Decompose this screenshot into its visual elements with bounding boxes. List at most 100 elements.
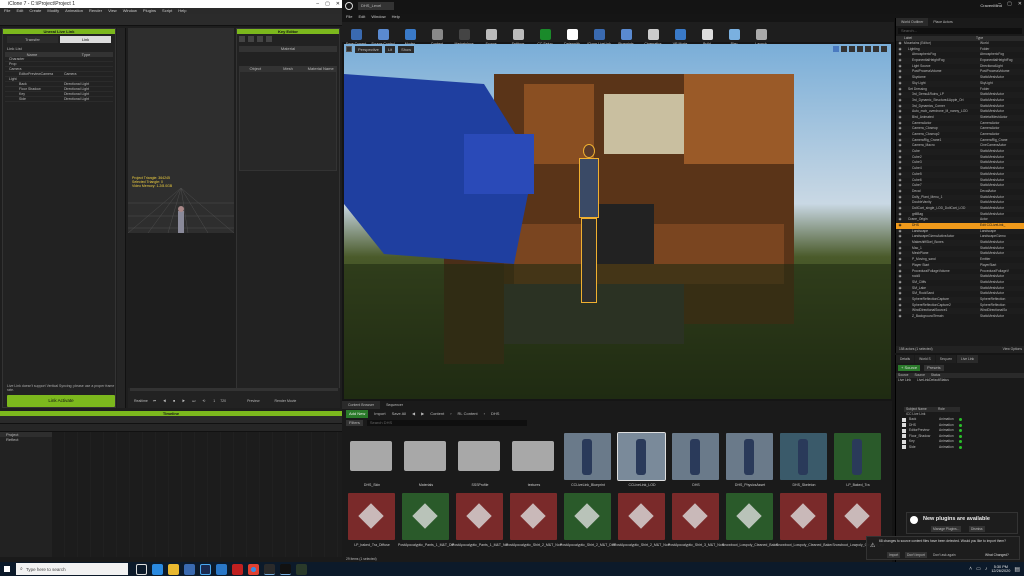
add-source-button[interactable]: + Source [898, 365, 921, 371]
path-rlcontent[interactable]: RL Content [458, 410, 478, 418]
save-all-button[interactable]: Save All [392, 410, 406, 418]
character-dhs[interactable] [576, 144, 602, 309]
toolbar-source-control[interactable]: Source Control [371, 22, 395, 46]
task-view-icon[interactable] [136, 563, 147, 575]
toolbar-play[interactable]: Play [722, 22, 746, 46]
toolbar-cc-setup[interactable]: CC Setup [533, 22, 557, 46]
tool-icon-2[interactable] [248, 36, 254, 42]
path-content[interactable]: Content [430, 410, 444, 418]
texture-tile[interactable] [780, 493, 827, 540]
unreal-task-icon[interactable] [280, 563, 291, 575]
lit-button[interactable]: Lit [384, 46, 396, 53]
subject-checkbox[interactable] [902, 428, 906, 433]
toolbar-modes[interactable]: Modes [398, 22, 422, 46]
maximize-viewport-icon[interactable] [881, 46, 887, 52]
dont-import-button[interactable]: Don't Import [905, 552, 927, 558]
charcreator-task-icon[interactable] [296, 563, 307, 575]
camera-speed-icon[interactable] [873, 46, 879, 52]
iclone-viewport[interactable]: Project Triangle: 364245 Selected Triangl… [128, 28, 234, 233]
notifications-icon[interactable]: ▤ [1014, 566, 1020, 573]
render-movie-button[interactable]: Render Movie [275, 399, 297, 403]
asset-tile[interactable] [617, 432, 666, 481]
texture-tile[interactable] [672, 493, 719, 540]
toolbar-vr-mode[interactable]: VR Mode [668, 22, 692, 46]
visibility-eye-icon[interactable]: ◉ [896, 314, 904, 320]
forward-icon[interactable]: ▶ [421, 410, 424, 418]
link-activate-button[interactable]: Link Activate [7, 395, 115, 407]
manage-plugins-button[interactable]: Manage Plugins... [931, 526, 962, 532]
add-new-button[interactable]: Add New [346, 410, 369, 418]
toolbar-marketplace[interactable]: Marketplace [452, 22, 476, 46]
dont-ask-checkbox[interactable]: Don't ask again [933, 552, 956, 558]
toolbar-blueprints[interactable]: Blueprints [614, 22, 638, 46]
track-reflect[interactable]: Reflect [0, 437, 52, 442]
start-button[interactable] [0, 562, 14, 576]
texture-tile[interactable] [456, 493, 503, 540]
unreal-viewport[interactable]: Perspective Lit Show [344, 44, 891, 399]
texture-tile[interactable] [348, 493, 395, 540]
dismiss-button[interactable]: Dismiss [969, 526, 985, 532]
content-search[interactable]: Search DHS [366, 420, 527, 426]
source-row[interactable]: Live Link [898, 378, 911, 383]
details-tab-2[interactable]: Seq.uen [935, 355, 957, 363]
texture-tile[interactable] [834, 493, 881, 540]
mail-icon[interactable] [216, 563, 227, 575]
tool-icon-1[interactable] [239, 36, 245, 42]
toolbar-save-current[interactable]: Save Current [344, 22, 368, 46]
maximize-icon[interactable]: ▢ [325, 0, 330, 8]
toolbar-source[interactable]: Source [479, 22, 503, 46]
ue-menu-window[interactable]: Window [371, 14, 385, 20]
place-actors-tab[interactable]: Place Actors [928, 18, 957, 26]
tray-chevron-icon[interactable]: ˄ [969, 566, 972, 572]
texture-tile[interactable] [510, 493, 557, 540]
volume-icon[interactable]: ♪ [985, 566, 988, 572]
back-icon[interactable]: ◀ [412, 410, 415, 418]
chrome-icon[interactable] [248, 563, 259, 575]
texture-tile[interactable] [402, 493, 449, 540]
subject-checkbox[interactable] [902, 434, 906, 439]
texture-tile[interactable] [726, 493, 773, 540]
tree-row[interactable]: Side Directional Light [5, 97, 113, 102]
subject-checkbox[interactable] [902, 417, 906, 422]
tool-icon-4[interactable] [266, 36, 272, 42]
subject-checkbox[interactable] [902, 445, 906, 450]
texture-tile[interactable] [618, 493, 665, 540]
material-col[interactable]: Object [239, 66, 272, 71]
world-outliner-tab[interactable]: World Outliner [896, 18, 929, 26]
clock-date[interactable]: 12/26/2020 [991, 569, 1010, 574]
details-tab-0[interactable]: Details [896, 355, 915, 363]
explorer-icon[interactable] [168, 563, 179, 575]
scale-icon[interactable] [849, 46, 855, 52]
details-tab-3[interactable]: Live Link [957, 355, 979, 363]
folder-tile[interactable] [456, 433, 503, 480]
ue-menu-file[interactable]: File [346, 14, 352, 20]
translate-icon[interactable] [833, 46, 839, 52]
close-icon[interactable]: ✕ [336, 0, 340, 8]
edge-icon[interactable] [152, 563, 163, 575]
show-button[interactable]: Show [398, 46, 415, 53]
texture-tile[interactable] [564, 493, 611, 540]
network-icon[interactable]: ▭ [976, 566, 981, 572]
photoshop-icon[interactable] [200, 563, 211, 575]
details-tab-1[interactable]: World S [915, 355, 935, 363]
what-changed-link[interactable]: What Changed? [985, 552, 1009, 558]
toolbar-datasmith[interactable]: Datasmith [560, 22, 584, 46]
asset-tile[interactable] [726, 433, 773, 480]
toolbar-launch[interactable]: Launch [749, 22, 773, 46]
acrobat-icon[interactable] [232, 563, 243, 575]
toolbar-content[interactable]: Content [425, 22, 449, 46]
current-frame[interactable]: 1 [213, 399, 215, 403]
tab-link[interactable]: Link [60, 36, 111, 43]
toolbar-iclone-livelink[interactable]: iClone LiveLink [587, 22, 611, 46]
folder-tile[interactable] [348, 433, 395, 480]
preview-button[interactable]: Preview [247, 399, 259, 403]
viewport-options-icon[interactable] [346, 46, 352, 52]
content-browser-tab[interactable]: Content Browser [342, 401, 381, 409]
toolbar-build[interactable]: Build [695, 22, 719, 46]
subject-checkbox[interactable] [902, 439, 906, 444]
subject-row[interactable]: Side Animation [902, 445, 1024, 451]
outliner-search[interactable]: Search... [898, 28, 1022, 34]
view-options[interactable]: View Options [1003, 346, 1022, 353]
perspective-button[interactable]: Perspective [355, 46, 382, 53]
ue-menu-help[interactable]: Help [392, 14, 400, 20]
